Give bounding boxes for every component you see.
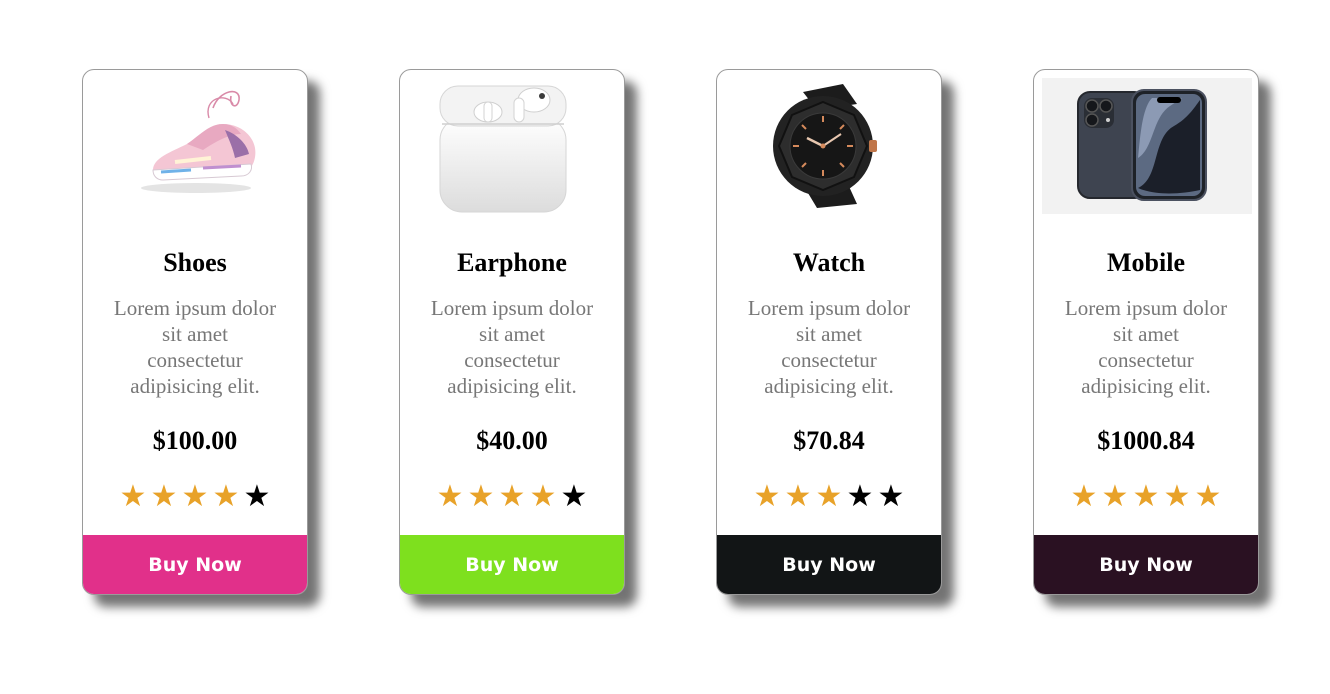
- star-rating: ★ ★ ★ ★ ★: [1034, 478, 1258, 516]
- star-filled-icon: ★: [212, 479, 240, 514]
- product-description: Lorem ipsum dolor sit amet consectetur a…: [747, 296, 911, 398]
- product-title: Earphone: [457, 248, 567, 277]
- buy-now-button[interactable]: Buy Now: [83, 535, 307, 594]
- star-empty-icon: ★: [560, 479, 588, 514]
- product-price: $40.00: [476, 426, 548, 455]
- star-rating: ★ ★ ★ ★ ★: [83, 478, 307, 516]
- buy-now-button[interactable]: Buy Now: [717, 535, 941, 594]
- product-card-shoes: Shoes Lorem ipsum dolor sit amet consect…: [82, 69, 308, 595]
- product-description: Lorem ipsum dolor sit amet consectetur a…: [113, 296, 277, 398]
- product-price: $70.84: [793, 426, 865, 455]
- star-rating: ★ ★ ★ ★ ★: [400, 478, 624, 516]
- smartphone-image: [1042, 78, 1252, 214]
- earbuds-image: [408, 78, 618, 214]
- product-title: Shoes: [163, 248, 227, 277]
- star-empty-icon: ★: [846, 479, 874, 514]
- product-price: $1000.84: [1097, 426, 1195, 455]
- product-card-watch: Watch Lorem ipsum dolor sit amet consect…: [716, 69, 942, 595]
- star-filled-icon: ★: [181, 479, 209, 514]
- star-filled-icon: ★: [1132, 479, 1160, 514]
- star-filled-icon: ★: [150, 479, 178, 514]
- star-filled-icon: ★: [436, 479, 464, 514]
- star-filled-icon: ★: [1194, 479, 1222, 514]
- star-filled-icon: ★: [784, 479, 812, 514]
- product-price: $100.00: [152, 426, 238, 455]
- star-filled-icon: ★: [1163, 479, 1191, 514]
- sneaker-image: [91, 78, 301, 214]
- star-filled-icon: ★: [467, 479, 495, 514]
- star-empty-icon: ★: [243, 479, 271, 514]
- watch-image: [725, 78, 935, 214]
- star-filled-icon: ★: [815, 479, 843, 514]
- buy-now-button[interactable]: Buy Now: [400, 535, 624, 594]
- star-filled-icon: ★: [753, 479, 781, 514]
- product-description: Lorem ipsum dolor sit amet consectetur a…: [430, 296, 594, 398]
- star-filled-icon: ★: [1101, 479, 1129, 514]
- star-rating: ★ ★ ★ ★ ★: [717, 478, 941, 516]
- product-card-mobile: Mobile Lorem ipsum dolor sit amet consec…: [1033, 69, 1259, 595]
- product-card-earphone: Earphone Lorem ipsum dolor sit amet cons…: [399, 69, 625, 595]
- product-title: Mobile: [1107, 248, 1185, 277]
- product-description: Lorem ipsum dolor sit amet consectetur a…: [1064, 296, 1228, 398]
- star-filled-icon: ★: [119, 479, 147, 514]
- star-filled-icon: ★: [498, 479, 526, 514]
- buy-now-button[interactable]: Buy Now: [1034, 535, 1258, 594]
- star-filled-icon: ★: [529, 479, 557, 514]
- product-card-list: Shoes Lorem ipsum dolor sit amet consect…: [0, 0, 1330, 694]
- star-filled-icon: ★: [1070, 479, 1098, 514]
- star-empty-icon: ★: [877, 479, 905, 514]
- product-title: Watch: [792, 248, 866, 277]
